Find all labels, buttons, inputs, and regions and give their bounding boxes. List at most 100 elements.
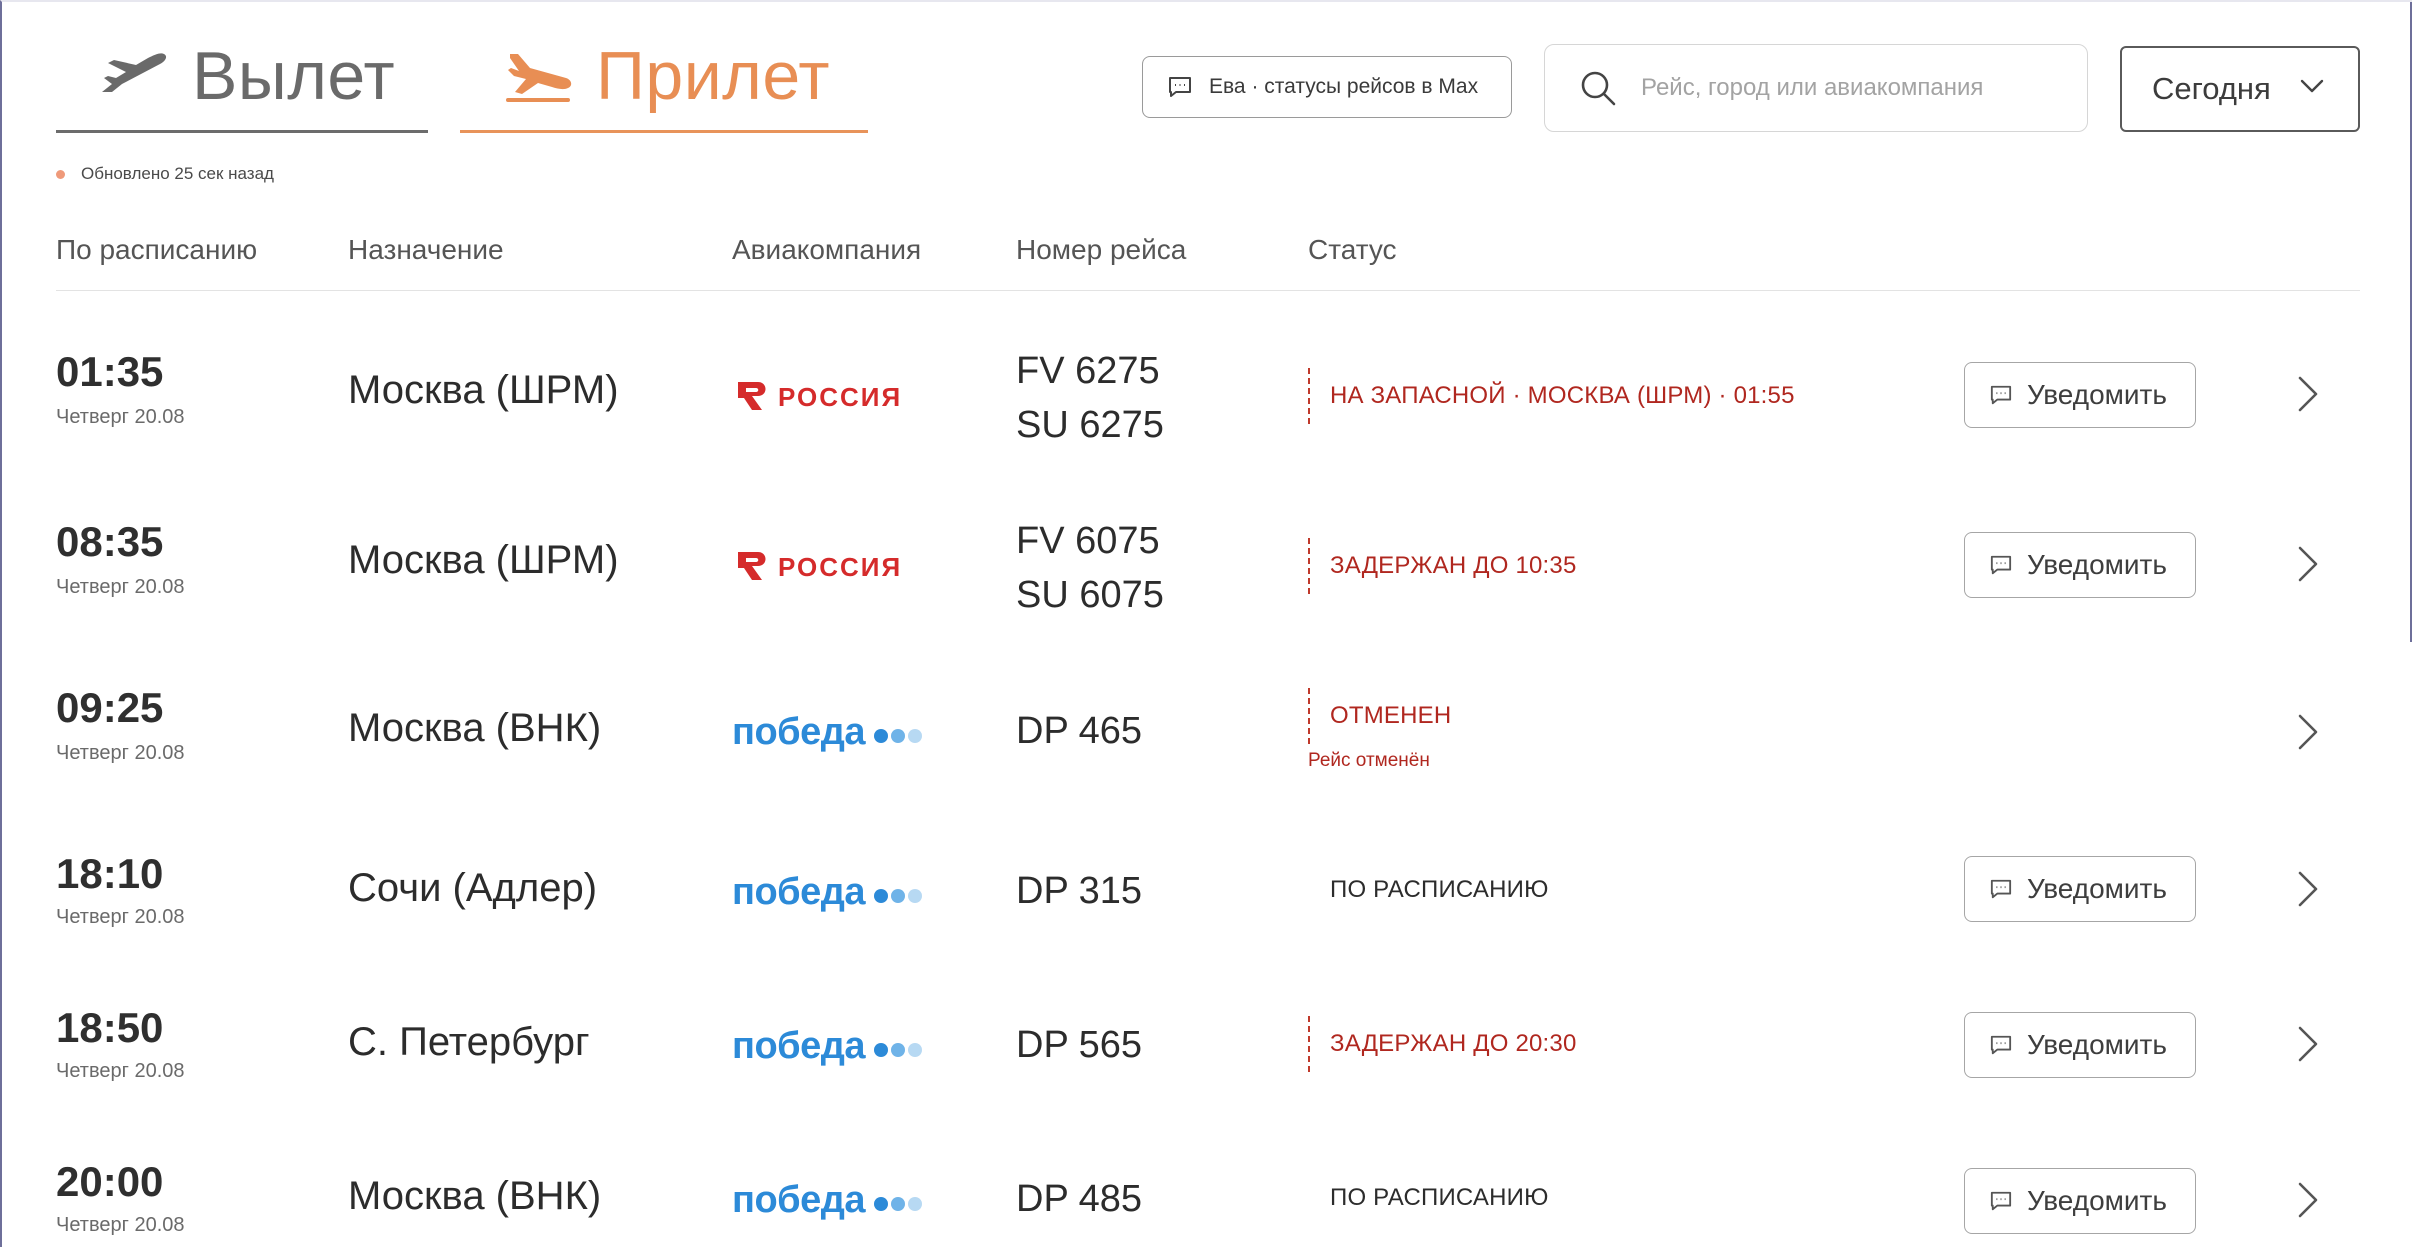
pobeda-wordmark: победа (732, 1178, 866, 1221)
flight-time: 20:00 (56, 1158, 164, 1205)
flight-number: DP 565 (1016, 1024, 1143, 1066)
chat-icon (1990, 1035, 2012, 1055)
pobeda-dots-icon (871, 1197, 923, 1211)
flight-day: Четверг 20.08 (56, 906, 185, 928)
date-select-value: Сегодня (2152, 71, 2271, 106)
flight-status-text: ОТМЕНЕН (1330, 702, 1452, 729)
search-input[interactable] (1639, 73, 2083, 103)
flight-destination: Москва (ШРМ) (348, 368, 619, 412)
chat-icon (1990, 879, 2012, 899)
flight-day: Четверг 20.08 (56, 742, 185, 764)
table-header: По расписанию Назначение Авиакомпания Но… (56, 230, 2360, 291)
chevron-right-icon[interactable] (2292, 869, 2322, 909)
flight-time: 01:35 (56, 348, 164, 395)
chevron-right-icon[interactable] (2292, 1024, 2322, 1064)
pobeda-dots-icon (871, 889, 923, 903)
search-box[interactable] (1544, 44, 2088, 132)
chat-icon (1990, 1191, 2012, 1211)
flight-status: ЗАДЕРЖАН ДО 10:35 (1308, 538, 1577, 594)
airline-logo-pobeda: победа (732, 1178, 932, 1221)
flight-status: ПО РАСПИСАНИЮ (1308, 1170, 1549, 1226)
col-scheduled: По расписанию (56, 234, 258, 265)
tab-arrival[interactable]: Прилет (460, 22, 868, 133)
chevron-right-icon[interactable] (2292, 374, 2322, 414)
notify-label: Уведомить (2027, 1185, 2167, 1216)
flight-number: DP 315 (1016, 870, 1143, 912)
flight-time: 18:10 (56, 850, 164, 897)
flight-status-text: ПО РАСПИСАНИЮ (1330, 1184, 1549, 1211)
rossiya-logo-icon: РОССИЯ (738, 382, 902, 412)
notify-button[interactable]: Уведомить (1964, 856, 2196, 922)
notify-label: Уведомить (2027, 873, 2167, 904)
airline-logo-rossiya: РОССИЯ (732, 546, 932, 586)
search-icon (1581, 71, 1616, 106)
flight-row[interactable]: 09:25 Четверг 20.08 Москва (ВНК) победа … (56, 664, 2360, 814)
plane-landing-icon (506, 54, 572, 102)
col-airline: Авиакомпания (732, 234, 922, 265)
rossiya-wordmark: РОССИЯ (778, 382, 902, 412)
flight-number: DP 485 (1016, 1178, 1143, 1220)
col-flight-number: Номер рейса (1016, 234, 1187, 265)
flight-row[interactable]: 18:10 Четверг 20.08 Сочи (Адлер) победа … (56, 834, 2360, 984)
pobeda-wordmark: победа (732, 1024, 866, 1067)
flight-status-text: ЗАДЕРЖАН ДО 10:35 (1330, 552, 1577, 579)
flight-numbers: DP 485 (1016, 1172, 1142, 1226)
flight-number: SU 6075 (1016, 574, 1164, 616)
flight-number: SU 6275 (1016, 404, 1164, 446)
col-destination: Назначение (348, 234, 504, 265)
notify-label: Уведомить (2027, 379, 2167, 410)
notify-button[interactable]: Уведомить (1964, 1012, 2196, 1078)
status-note: Рейс отменён (1308, 750, 1430, 771)
notify-button[interactable]: Уведомить (1964, 532, 2196, 598)
pobeda-dots-icon (871, 729, 923, 743)
flight-row[interactable]: 08:35 Четверг 20.08 Москва (ШРМ) РОССИЯ … (56, 494, 2360, 644)
flight-numbers: DP 465 (1016, 704, 1142, 758)
pobeda-dots-icon (871, 1043, 923, 1057)
flight-status: ОТМЕНЕН (1308, 688, 1451, 744)
notify-button[interactable]: Уведомить (1964, 1168, 2196, 1234)
tab-departure[interactable]: Вылет (56, 22, 428, 133)
flight-destination: Москва (ВНК) (348, 1174, 602, 1218)
flight-board-page: Вылет Прилет Обновлено 25 сек назад Ева … (0, 0, 2412, 1247)
flight-numbers: DP 565 (1016, 1018, 1142, 1072)
plane-takeoff-icon (102, 53, 167, 92)
flight-numbers: FV 6075 SU 6075 (1016, 514, 1164, 622)
flight-day: Четверг 20.08 (56, 1060, 185, 1082)
flight-status: НА ЗАПАСНОЙ · МОСКВА (ШРМ) · 01:55 (1308, 368, 1795, 424)
flight-number: FV 6075 (1016, 520, 1160, 562)
flight-row[interactable]: 18:50 Четверг 20.08 С. Петербург победа … (56, 988, 2360, 1138)
flight-row[interactable]: 20:00 Четверг 20.08 Москва (ВНК) победа … (56, 1144, 2360, 1247)
eva-status-button[interactable]: Ева · статусы рейсов в Max (1142, 56, 1512, 118)
pobeda-wordmark: победа (732, 710, 866, 753)
flight-destination: Москва (ШРМ) (348, 538, 619, 582)
col-status: Статус (1308, 234, 1397, 265)
notify-label: Уведомить (2027, 549, 2167, 580)
chevron-right-icon[interactable] (2292, 1180, 2322, 1220)
chevron-right-icon[interactable] (2292, 712, 2322, 752)
rossiya-wordmark: РОССИЯ (778, 552, 902, 582)
flight-day: Четверг 20.08 (56, 406, 185, 428)
date-select[interactable]: Сегодня (2120, 46, 2360, 132)
airline-logo-pobeda: победа (732, 710, 932, 753)
flight-destination: С. Петербург (348, 1020, 590, 1064)
flight-row[interactable]: 01:35 Четверг 20.08 Москва (ШРМ) РОССИЯ … (56, 324, 2360, 474)
notify-button[interactable]: Уведомить (1964, 362, 2196, 428)
chat-icon (1169, 77, 1191, 97)
pobeda-wordmark: победа (732, 870, 866, 913)
tab-arrival-label: Прилет (596, 38, 831, 114)
live-dot-icon (56, 169, 65, 179)
flight-number: FV 6275 (1016, 350, 1160, 392)
chat-icon (1990, 555, 2012, 575)
flight-time: 08:35 (56, 518, 164, 565)
chat-icon (1990, 385, 2012, 405)
flight-time: 18:50 (56, 1004, 164, 1051)
flight-status-text: ЗАДЕРЖАН ДО 20:30 (1330, 1030, 1577, 1057)
eva-status-label: Ева · статусы рейсов в Max (1209, 75, 1479, 98)
chevron-right-icon[interactable] (2292, 544, 2322, 584)
rossiya-logo-icon: РОССИЯ (738, 552, 902, 582)
updated-indicator: Обновлено 25 сек назад (56, 164, 274, 184)
flight-status: ЗАДЕРЖАН ДО 20:30 (1308, 1016, 1577, 1072)
flight-day: Четверг 20.08 (56, 1214, 185, 1236)
airline-logo-pobeda: победа (732, 1024, 932, 1067)
updated-text: Обновлено 25 сек назад (81, 164, 274, 183)
